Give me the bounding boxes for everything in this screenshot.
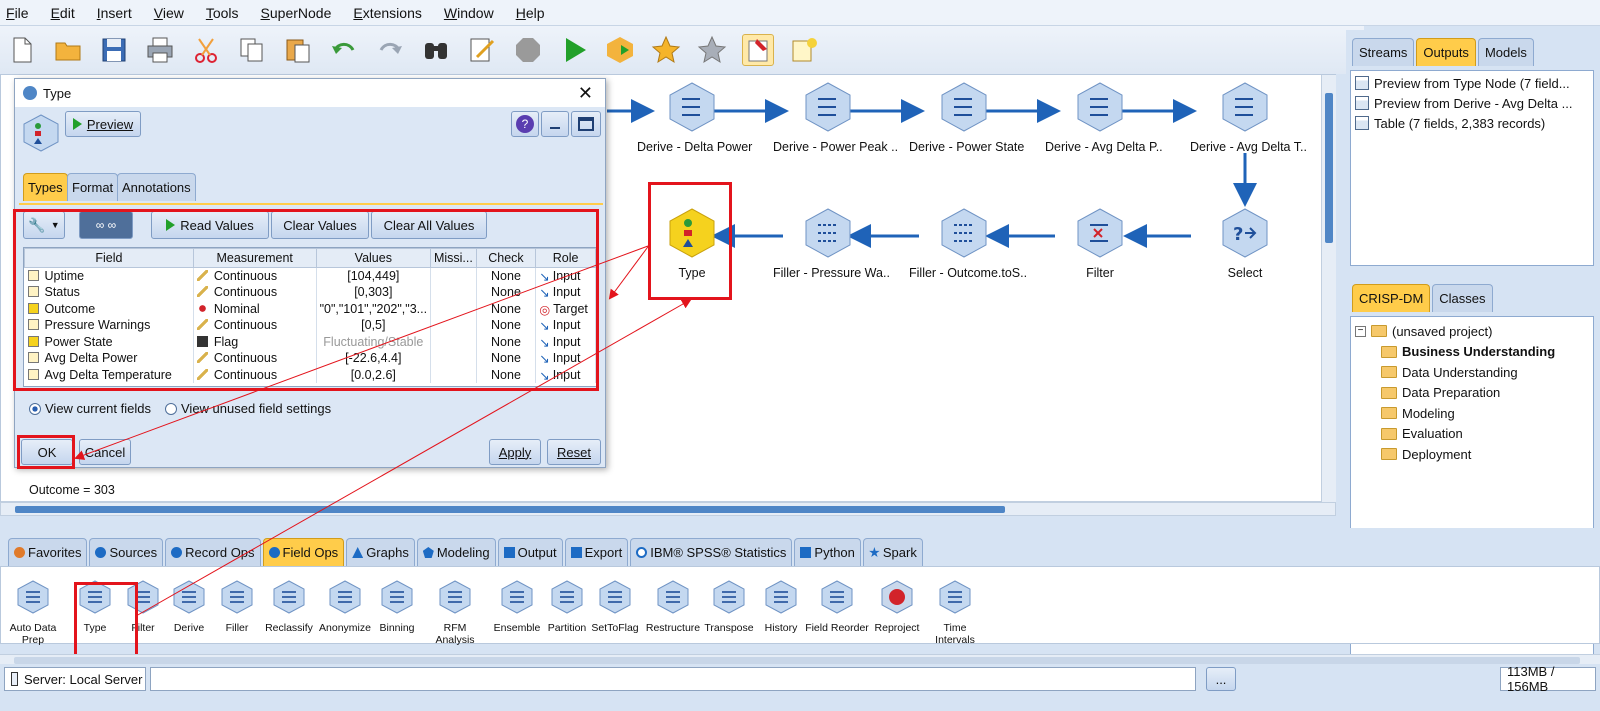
status-message <box>150 667 1196 691</box>
server-status[interactable]: Server: Local Server <box>4 667 146 691</box>
more-button[interactable]: ... <box>1206 667 1236 691</box>
memory-usage: 113MB / 156MB <box>1500 664 1596 694</box>
status-bar: Server: Local Server ... 113MB / 156MB <box>0 664 1600 694</box>
server-icon <box>11 672 18 686</box>
annotation-arrows <box>74 243 692 617</box>
